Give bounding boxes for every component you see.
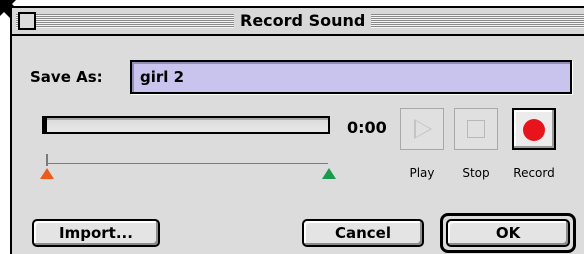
play-button[interactable] bbox=[400, 108, 444, 150]
import-button[interactable]: Import... bbox=[32, 219, 160, 247]
record-icon bbox=[523, 119, 545, 141]
save-as-field-frame bbox=[130, 60, 572, 94]
level-meter-fill bbox=[44, 118, 47, 132]
screen: Record Sound Save As: 0:00 Play Stop Rec… bbox=[0, 0, 584, 254]
play-label: Play bbox=[409, 166, 435, 180]
trim-end-marker[interactable] bbox=[322, 168, 336, 179]
play-icon bbox=[414, 119, 432, 139]
level-meter bbox=[42, 116, 330, 134]
title-bar[interactable]: Record Sound bbox=[12, 8, 584, 36]
record-button[interactable] bbox=[512, 108, 556, 150]
cancel-button[interactable]: Cancel bbox=[302, 219, 424, 247]
save-as-label: Save As: bbox=[30, 68, 103, 86]
record-sound-dialog: Record Sound Save As: 0:00 Play Stop Rec… bbox=[10, 6, 584, 254]
stop-icon bbox=[467, 120, 485, 138]
trim-slider-start-tick bbox=[46, 154, 48, 166]
trim-slider-track bbox=[46, 163, 328, 164]
trim-slider[interactable] bbox=[40, 154, 336, 179]
trim-start-marker[interactable] bbox=[40, 168, 54, 179]
close-box[interactable] bbox=[18, 12, 36, 30]
stop-label: Stop bbox=[462, 166, 490, 180]
save-as-input[interactable] bbox=[132, 62, 570, 92]
stop-button[interactable] bbox=[454, 108, 498, 150]
window-title: Record Sound bbox=[234, 10, 372, 32]
record-label: Record bbox=[513, 166, 555, 180]
ok-button[interactable]: OK bbox=[446, 219, 570, 247]
elapsed-time: 0:00 bbox=[347, 118, 387, 137]
